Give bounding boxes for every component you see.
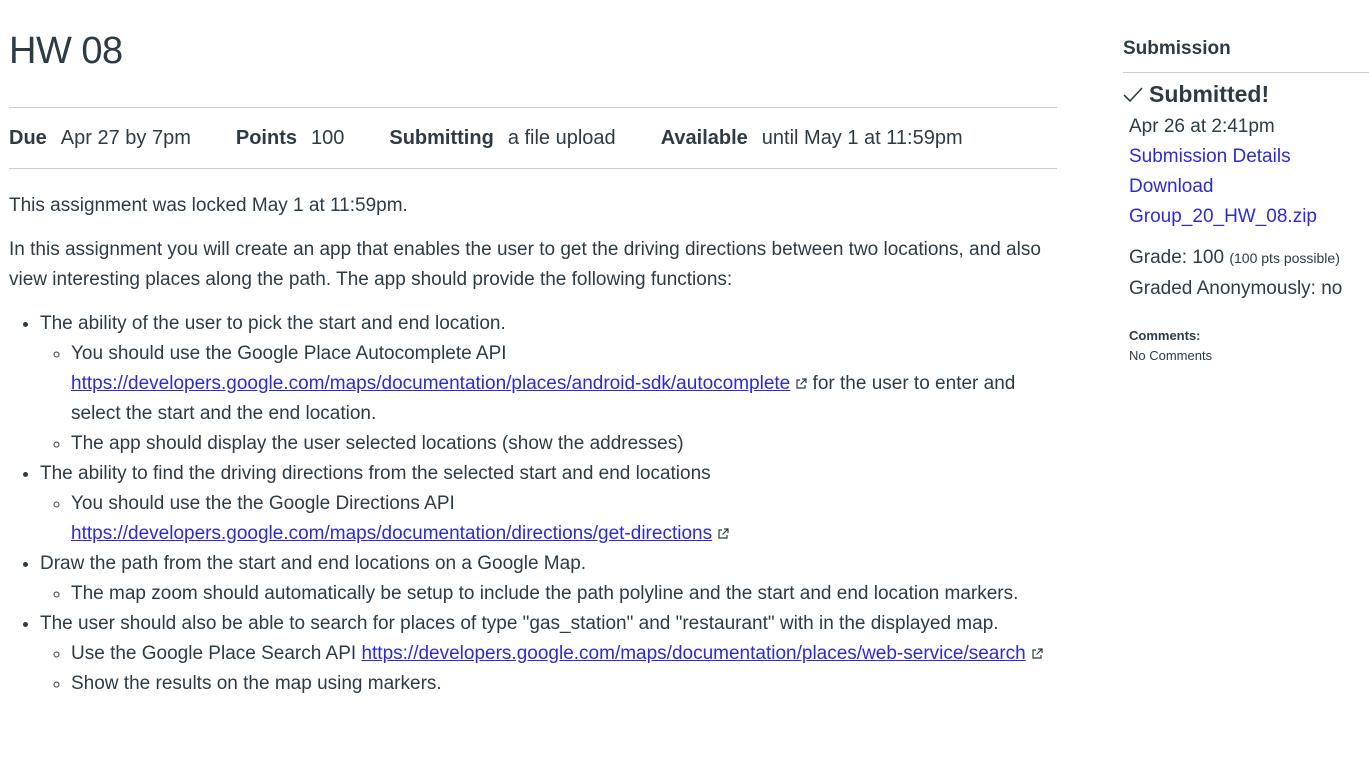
due-value: Apr 27 by 7pm [60, 126, 191, 149]
sub-item-text: The app should display the user selected… [71, 433, 684, 454]
sub-item-text: You should use the the Google Directions… [71, 493, 455, 514]
submitting-label: Submitting [389, 126, 494, 149]
list-item-text: The user should also be able to search f… [40, 613, 999, 634]
sub-list-item: The app should display the user selected… [71, 429, 1057, 459]
requirements-list: The ability of the user to pick the star… [9, 309, 1057, 699]
sub-item-text: Show the results on the map using marker… [71, 673, 442, 694]
points-value: 100 [311, 126, 345, 149]
sub-list-item: You should use the Google Place Autocomp… [71, 339, 1057, 429]
grade-display: Grade: 100 (100 pts possible) [1129, 247, 1340, 269]
assignment-page: HW 08 Due Apr 27 by 7pm Points 100 Submi… [0, 0, 1369, 765]
list-item: The user should also be able to search f… [40, 609, 1057, 699]
comments-label: Comments: [1129, 328, 1201, 343]
graded-anonymously: Graded Anonymously: no [1129, 278, 1343, 299]
comments-value: No Comments [1129, 348, 1213, 363]
available-value: until May 1 at 11:59pm [761, 126, 963, 149]
list-item: The ability of the user to pick the star… [40, 309, 1057, 459]
grade-possible: (100 pts possible) [1229, 250, 1340, 266]
list-item-text: The ability of the user to pick the star… [40, 313, 506, 334]
page-title: HW 08 [9, 30, 123, 72]
available-label: Available [660, 126, 748, 149]
due-label: Due [9, 126, 47, 149]
sub-item-text: The map zoom should automatically be set… [71, 583, 1019, 604]
sub-item-text: Use the Google Place Search API [71, 643, 357, 664]
intro-paragraph: In this assignment you will create an ap… [9, 239, 1041, 290]
due-detail: Due Apr 27 by 7pm [9, 127, 191, 150]
submitting-detail: Submitting a file upload [389, 127, 615, 150]
list-item-text: Draw the path from the start and end loc… [40, 553, 587, 574]
sub-list-item: The map zoom should automatically be set… [71, 579, 1057, 609]
checkmark-icon [1123, 86, 1143, 102]
external-link-icon [718, 528, 729, 539]
assignment-description: This assignment was locked May 1 at 11:5… [9, 191, 1057, 699]
points-detail: Points 100 [236, 127, 345, 150]
grade-value: Grade: 100 [1129, 247, 1225, 268]
autocomplete-api-link[interactable]: https://developers.google.com/maps/docum… [71, 373, 790, 394]
sub-list: You should use the the Google Directions… [40, 489, 1057, 549]
available-detail: Available until May 1 at 11:59pm [661, 127, 963, 150]
directions-api-link[interactable]: https://developers.google.com/maps/docum… [71, 523, 712, 544]
list-item-text: The ability to find the driving directio… [40, 463, 711, 484]
sub-list: Use the Google Place Search API https://… [40, 639, 1057, 699]
list-item: Draw the path from the start and end loc… [40, 549, 1057, 609]
submission-header: Submission [1123, 38, 1369, 73]
sub-item-text: You should use the Google Place Autocomp… [71, 343, 507, 364]
external-link-icon [796, 378, 807, 389]
external-link-icon [1032, 648, 1043, 659]
sub-list: You should use the Google Place Autocomp… [40, 339, 1057, 459]
submission-details-link[interactable]: Submission Details [1129, 146, 1291, 168]
submitting-value: a file upload [507, 126, 616, 149]
submission-status: Submitted! [1123, 81, 1269, 108]
submission-file-link[interactable]: Group_20_HW_08.zip [1129, 206, 1317, 228]
submission-status-text: Submitted! [1149, 81, 1270, 107]
download-link[interactable]: Download [1129, 176, 1214, 198]
locked-notice: This assignment was locked May 1 at 11:5… [9, 195, 408, 216]
sub-list-item: You should use the the Google Directions… [71, 489, 1057, 549]
sub-list: The map zoom should automatically be set… [40, 579, 1057, 609]
submitted-date: Apr 26 at 2:41pm [1129, 116, 1275, 137]
sub-list-item: Use the Google Place Search API https://… [71, 639, 1057, 669]
sub-list-item: Show the results on the map using marker… [71, 669, 1057, 699]
points-label: Points [235, 126, 297, 149]
list-item: The ability to find the driving directio… [40, 459, 1057, 549]
place-search-api-link[interactable]: https://developers.google.com/maps/docum… [361, 643, 1025, 664]
assignment-details-bar: Due Apr 27 by 7pm Points 100 Submitting … [9, 107, 1057, 169]
